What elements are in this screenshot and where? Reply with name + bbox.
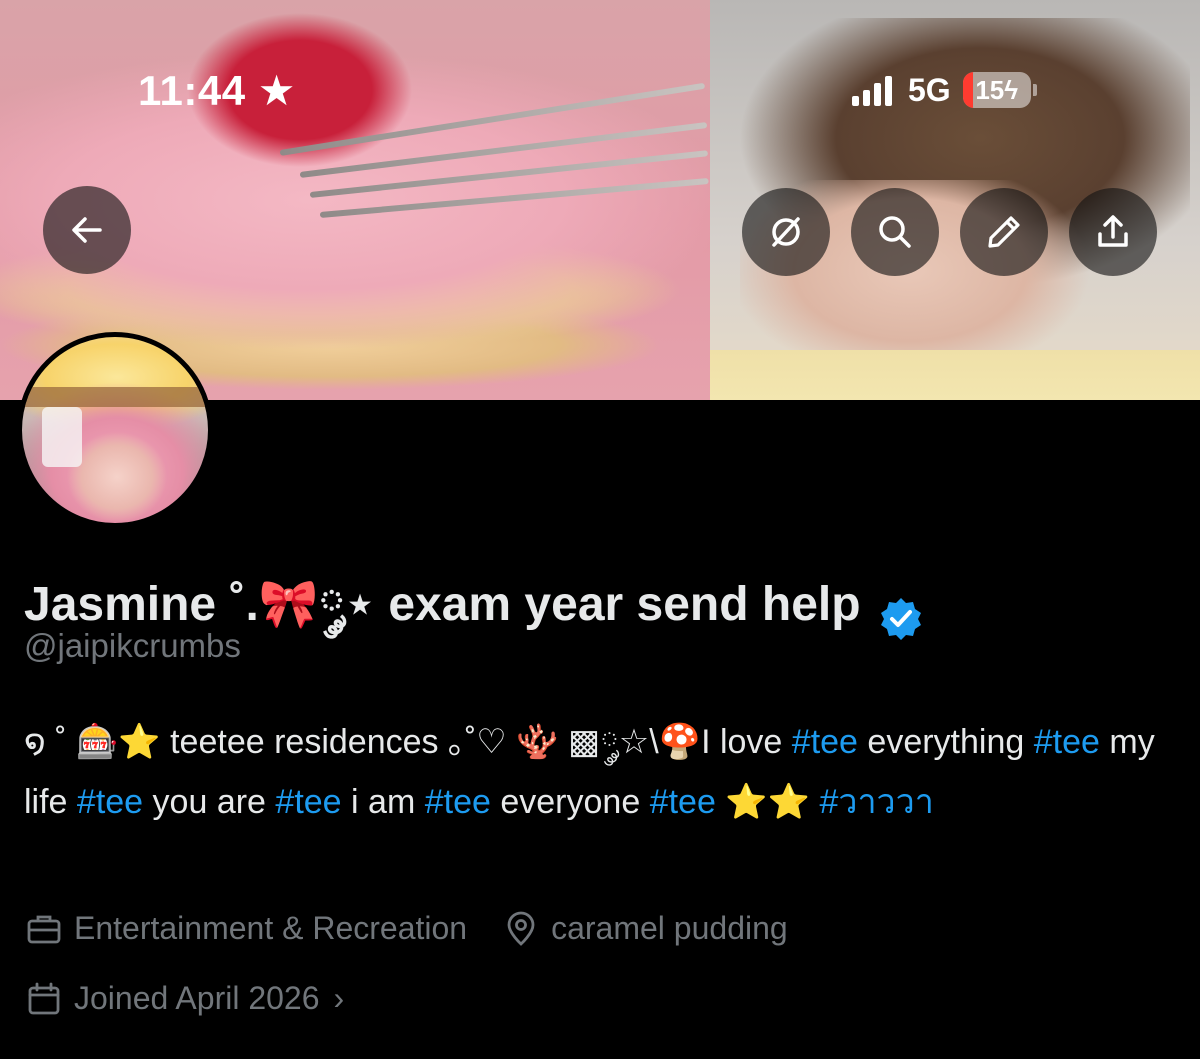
share-icon <box>1098 215 1128 247</box>
edit-pencil-icon <box>988 216 1020 248</box>
grok-button[interactable] <box>742 188 830 276</box>
hashtag-link[interactable]: #วาววา <box>819 783 933 821</box>
bio-text: you are <box>143 783 276 821</box>
share-button[interactable] <box>1069 188 1157 276</box>
status-time-badge: ★ <box>257 67 296 114</box>
battery-icon: 15ϟ <box>962 72 1031 108</box>
status-time-text: 11:44 <box>138 67 246 114</box>
joined-date: Joined April 2026 <box>74 980 320 1016</box>
username-handle: @jaipikcrumbs <box>24 627 241 664</box>
calendar-icon <box>28 982 60 1014</box>
briefcase-icon <box>27 915 61 943</box>
status-indicators: 5G 15ϟ <box>852 70 1037 110</box>
cellular-signal-icon <box>852 74 892 106</box>
location-text: caramel pudding <box>551 910 788 946</box>
search-button[interactable] <box>851 188 939 276</box>
bio: ໑ ˚ 🎰⭐ teetee residences ｡˚♡ 🪸 ▩༘☆\🍄I lo… <box>24 712 1174 832</box>
bio-text: i am <box>341 783 425 821</box>
back-button[interactable] <box>43 186 131 274</box>
back-arrow-icon <box>72 217 102 243</box>
bio-text: ⭐⭐ <box>715 783 820 821</box>
hashtag-link[interactable]: #tee <box>1034 723 1100 761</box>
bio-text: everything <box>857 723 1034 761</box>
category-item: Entertainment & Recreation <box>26 910 467 947</box>
hashtag-link[interactable]: #tee <box>275 783 341 821</box>
hashtag-link[interactable]: #tee <box>425 783 491 821</box>
search-icon <box>879 216 911 248</box>
edit-button[interactable] <box>960 188 1048 276</box>
status-time: 11:44 ★ <box>138 66 296 115</box>
battery-nub <box>1032 84 1037 96</box>
profile-meta-row: Entertainment & Recreation caramel puddi… <box>26 910 788 947</box>
grok-icon <box>772 217 800 247</box>
bio-text: everyone <box>490 783 650 821</box>
verified-badge-icon[interactable] <box>879 596 923 640</box>
hashtag-link[interactable]: #tee <box>650 783 716 821</box>
location-item: caramel pudding <box>503 910 788 947</box>
location-pin-icon <box>507 911 535 946</box>
hashtag-link[interactable]: #tee <box>792 723 858 761</box>
banner-portrait-shirt <box>710 350 1200 400</box>
joined-chevron-icon[interactable]: › <box>334 980 345 1017</box>
avatar[interactable] <box>17 332 213 528</box>
category-text: Entertainment & Recreation <box>74 910 468 946</box>
hashtag-link[interactable]: #tee <box>77 783 143 821</box>
bio-text: ໑ ˚ 🎰⭐ teetee residences ｡˚♡ 🪸 ▩༘☆\🍄I lo… <box>24 723 792 761</box>
joined-row[interactable]: Joined April 2026 › <box>26 980 344 1017</box>
battery-level-text: 15ϟ <box>975 75 1019 105</box>
network-type: 5G <box>908 71 951 108</box>
